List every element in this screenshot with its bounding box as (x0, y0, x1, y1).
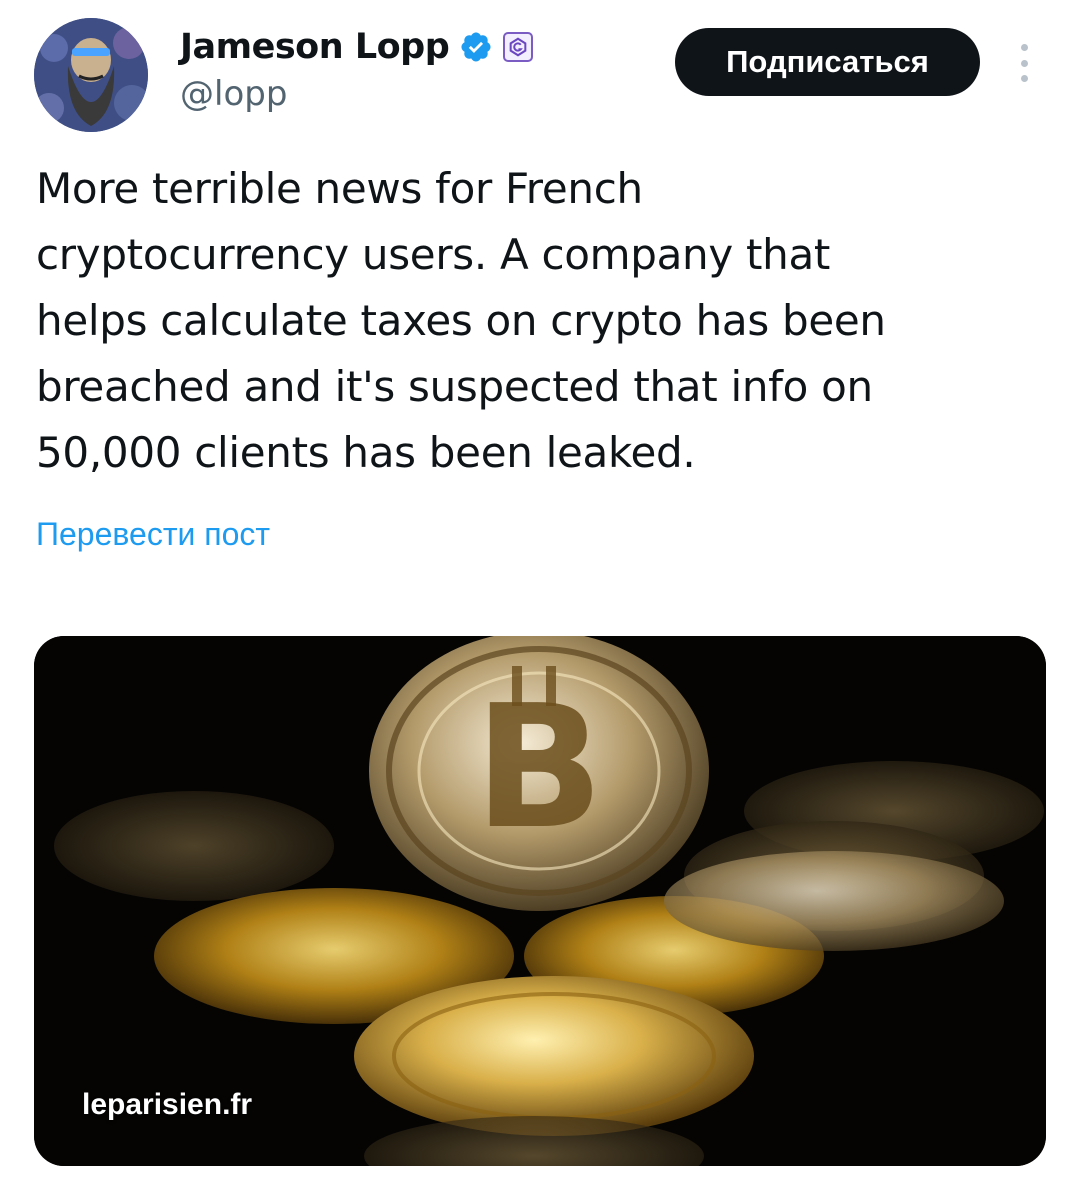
link-preview-card[interactable]: B leparisien.fr (34, 636, 1046, 1166)
tweet-text-line: cryptocurrency users. A company that (36, 230, 831, 279)
svg-text:B: B (474, 669, 604, 867)
more-vertical-icon[interactable] (1006, 40, 1042, 86)
link-domain-label: leparisien.fr (82, 1088, 253, 1121)
more-dot (1020, 75, 1028, 82)
bitcoin-coins-photo: B (34, 636, 1046, 1166)
author-avatar[interactable] (34, 18, 148, 132)
more-dot (1020, 59, 1028, 67)
verified-badge-icon[interactable] (459, 30, 493, 64)
tweet-text-line: More terrible news for French (36, 164, 643, 213)
translate-post-link[interactable]: Перевести пост (36, 516, 270, 553)
tweet-text-line: 50,000 clients has been leaked. (36, 428, 696, 477)
tweet-text-line: helps calculate taxes on crypto has been (36, 296, 886, 345)
subscribe-button[interactable]: Подписаться (675, 28, 980, 96)
author-handle[interactable]: @lopp (180, 74, 287, 114)
bearded-man-avatar-icon (34, 18, 148, 132)
more-dot (1020, 44, 1028, 51)
tweet-text-line: breached and it's suspected that info on (36, 362, 873, 411)
affiliate-badge-icon[interactable] (503, 32, 534, 62)
author-name-row: Jameson Lopp (180, 24, 534, 70)
tweet-text: More terrible news for French cryptocurr… (36, 156, 1046, 486)
author-display-name[interactable]: Jameson Lopp (180, 27, 450, 67)
